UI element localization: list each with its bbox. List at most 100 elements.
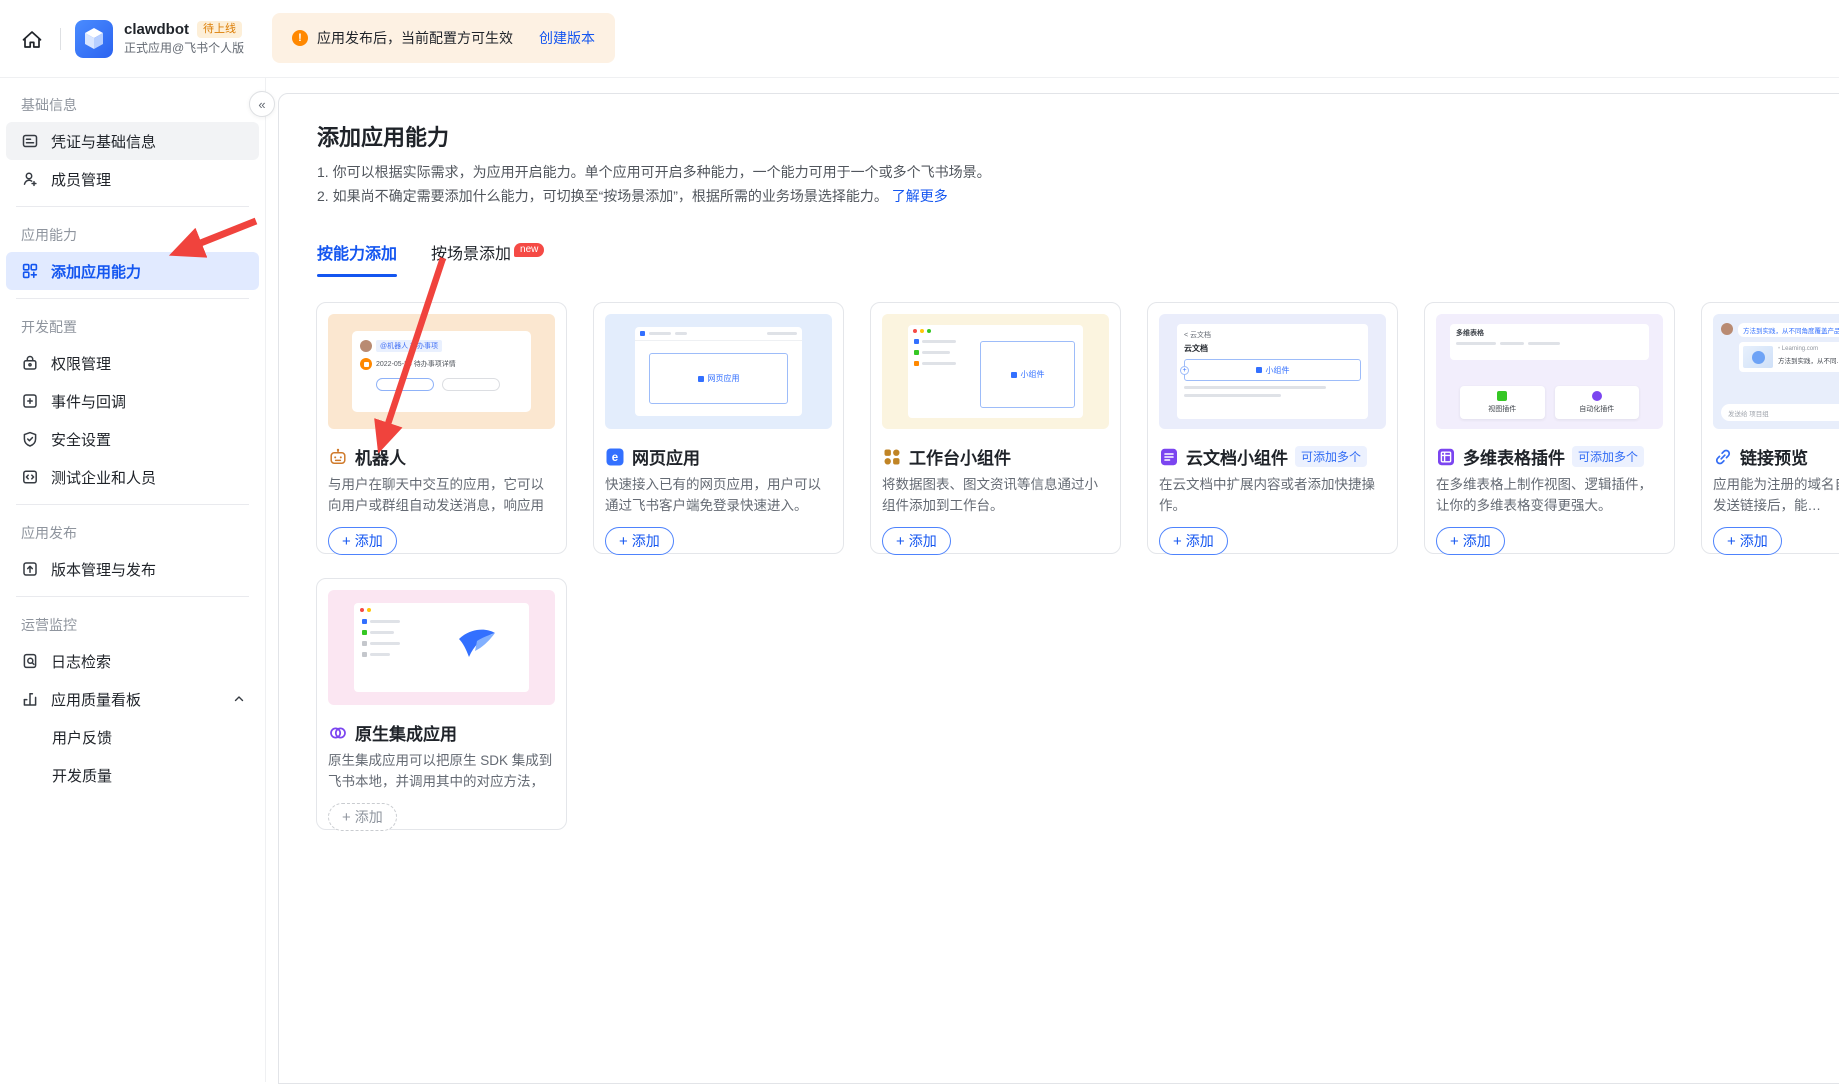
- card-desc: 在多维表格上制作视图、逻辑插件，让你的多维表格变得更强大。: [1436, 474, 1663, 516]
- thumb-view-plugin: 视图插件: [1460, 386, 1545, 419]
- home-button[interactable]: [12, 19, 52, 59]
- sidebar-divider: [16, 206, 249, 207]
- publish-notice-bar: ! 应用发布后，当前配置方可生效 创建版本: [272, 13, 615, 63]
- sidebar-section-dev-config: 开发配置: [21, 317, 249, 337]
- sidebar-collapse-button[interactable]: «: [249, 91, 275, 117]
- add-web-app-button[interactable]: 添加: [605, 527, 674, 555]
- sidebar-item-label: 凭证与基础信息: [51, 131, 156, 152]
- sidebar-item-dev-quality[interactable]: 开发质量: [6, 756, 259, 794]
- card-docs-widget: < 云文档 云文档 + 小组件 云文档小组件 可添加多个: [1147, 302, 1398, 554]
- sidebar-item-label: 测试企业和人员: [51, 467, 156, 488]
- thumb-label: 小组件: [1021, 369, 1045, 380]
- card-title: 链接预览: [1740, 444, 1808, 469]
- multi-add-badge: 可添加多个: [1572, 446, 1644, 467]
- card-thumbnail: [328, 590, 555, 705]
- card-title: 云文档小组件: [1186, 444, 1288, 469]
- card-desc: 与用户在聊天中交互的应用，它可以向用户或群组自动发送消息，响应用户的消...: [328, 474, 555, 516]
- sidebar-item-permissions[interactable]: 权限管理: [6, 344, 259, 382]
- sidebar-item-label: 安全设置: [51, 429, 111, 450]
- thumb-plugin-boxes: 视图插件 自动化插件: [1460, 386, 1639, 419]
- add-base-plugin-button[interactable]: 添加: [1436, 527, 1505, 555]
- add-link-preview-button[interactable]: 添加: [1713, 527, 1782, 555]
- sidebar: 基础信息 凭证与基础信息 成员管理 应用能力 添加应用能力 开发配置 权限管理 …: [0, 78, 266, 1082]
- thumb-link-card: Learning.com 方法到实践，从不同…: [1739, 342, 1839, 372]
- shield-check-icon: [21, 430, 39, 448]
- sidebar-item-test-company[interactable]: 测试企业和人员: [6, 458, 259, 496]
- thumb-window: [354, 603, 529, 692]
- native-integration-icon: [328, 723, 348, 743]
- app-name: clawdbot: [124, 21, 189, 38]
- add-docs-widget-button[interactable]: 添加: [1159, 527, 1228, 555]
- sidebar-item-events[interactable]: 事件与回调: [6, 382, 259, 420]
- card-thumbnail: 方法到实践，从不同角度覆盖产品形态 Learning.com 方法到实践，从不同…: [1713, 314, 1839, 429]
- thumb-back: < 云文档: [1184, 330, 1361, 340]
- top-bar: clawdbot 待上线 正式应用@飞书个人版 ! 应用发布后，当前配置方可生效…: [0, 0, 1839, 78]
- card-desc: 在云文档中扩展内容或者添加快捷操作。: [1159, 474, 1386, 516]
- add-native-integration-button-disabled[interactable]: 添加: [328, 803, 397, 831]
- publish-arrow-icon: [21, 560, 39, 578]
- thumb-site: Learning.com: [1778, 346, 1839, 352]
- avatar: [360, 340, 372, 352]
- card-thumbnail: 小组件: [882, 314, 1109, 429]
- tab-by-scenario[interactable]: 按场景添加new: [431, 240, 541, 277]
- web-app-icon: e: [605, 447, 625, 467]
- app-status-badge: 待上线: [197, 21, 242, 38]
- thumb-mention-pill: @机器人 待办事项: [376, 340, 442, 352]
- sidebar-item-security[interactable]: 安全设置: [6, 420, 259, 458]
- grid-icon: [1497, 391, 1507, 401]
- tab-by-capability[interactable]: 按能力添加: [317, 240, 397, 277]
- card-native-integration: 原生集成应用 原生集成应用可以把原生 SDK 集成到飞书本地，并调用其中的对应方…: [316, 578, 567, 830]
- plus-icon: [342, 809, 351, 826]
- page-title: 添加应用能力: [317, 126, 1839, 150]
- page-desc-1: 1. 你可以根据实际需求，为应用开启能力。单个应用可开启多种能力，一个能力可用于…: [317, 163, 1839, 182]
- lock-icon: [21, 354, 39, 372]
- sidebar-item-quality-board[interactable]: 应用质量看板: [6, 680, 259, 718]
- sidebar-item-label: 应用质量看板: [51, 689, 141, 710]
- plus-icon: [1727, 533, 1736, 550]
- card-title: 机器人: [355, 444, 406, 469]
- sidebar-item-add-capability[interactable]: 添加应用能力: [6, 252, 259, 290]
- plus-icon: [1450, 533, 1459, 550]
- warning-icon: !: [292, 30, 308, 46]
- bar-chart-icon: [21, 690, 39, 708]
- sidebar-item-members[interactable]: 成员管理: [6, 160, 259, 198]
- create-version-link[interactable]: 创建版本: [539, 28, 595, 48]
- sidebar-item-label: 开发质量: [52, 765, 112, 786]
- sidebar-section-release: 应用发布: [21, 523, 249, 543]
- sidebar-divider: [16, 596, 249, 597]
- page-desc-2-text: 2. 如果尚不确定需要添加什么能力，可切换至“按场景添加”，根据所需的业务场景选…: [317, 188, 888, 204]
- chevron-up-icon[interactable]: [233, 693, 245, 705]
- app-logo-icon[interactable]: [75, 20, 113, 58]
- docs-widget-icon: [1159, 447, 1179, 467]
- sidebar-item-label: 版本管理与发布: [51, 559, 156, 580]
- header-divider: [60, 28, 61, 50]
- card-title: 原生集成应用: [355, 720, 457, 745]
- sidebar-item-label: 事件与回调: [51, 391, 126, 412]
- card-base-plugin: 多维表格 视图插件 自动化插件: [1424, 302, 1675, 554]
- thumb-doc-panel: < 云文档 云文档 + 小组件: [1177, 324, 1368, 419]
- card-desc: 将数据图表、图文资讯等信息通过小组件添加到工作台。: [882, 474, 1109, 516]
- app-subtitle: 正式应用@飞书个人版: [124, 42, 244, 56]
- robot-icon: [328, 447, 348, 467]
- sidebar-item-user-feedback[interactable]: 用户反馈: [6, 718, 259, 756]
- sidebar-item-log-search[interactable]: 日志检索: [6, 642, 259, 680]
- thumb-window: 小组件: [908, 325, 1083, 418]
- card-thumbnail: 多维表格 视图插件 自动化插件: [1436, 314, 1663, 429]
- thumb-title: 多维表格: [1456, 328, 1643, 338]
- card-link-preview: 方法到实践，从不同角度覆盖产品形态 Learning.com 方法到实践，从不同…: [1701, 302, 1839, 554]
- code-square-icon: [21, 468, 39, 486]
- sidebar-item-credentials[interactable]: 凭证与基础信息: [6, 122, 259, 160]
- thumb-button-secondary: [442, 378, 500, 391]
- thumb-automation-plugin: 自动化插件: [1555, 386, 1640, 419]
- add-bot-button[interactable]: 添加: [328, 527, 397, 555]
- add-workplace-widget-button[interactable]: 添加: [882, 527, 951, 555]
- thumb-base-window: 多维表格: [1450, 324, 1649, 360]
- thumb-chat-card: @机器人 待办事项 2022-05-20 待办事项详情: [352, 331, 531, 412]
- learn-more-link[interactable]: 了解更多: [892, 188, 948, 204]
- grid-plus-icon: [21, 262, 39, 280]
- thumb-label: 小组件: [1266, 365, 1290, 376]
- sidebar-item-version-release[interactable]: 版本管理与发布: [6, 550, 259, 588]
- card-title: 工作台小组件: [909, 444, 1011, 469]
- plus-icon: [342, 533, 351, 550]
- avatar: [1721, 323, 1733, 335]
